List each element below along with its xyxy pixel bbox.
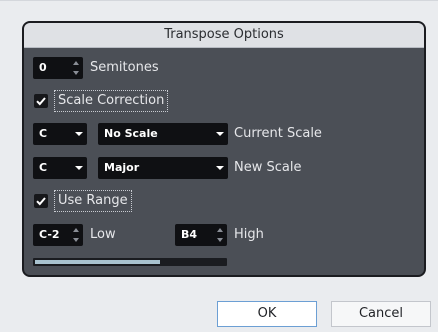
chevron-down-icon xyxy=(216,166,224,170)
range-high-label: High xyxy=(234,227,264,242)
spin-up-icon[interactable] xyxy=(73,61,79,65)
checkmark-icon xyxy=(36,97,46,106)
semitones-spin-arrows[interactable] xyxy=(72,59,80,77)
semitones-stepper[interactable]: 0 xyxy=(33,57,83,79)
current-scale-label: Current Scale xyxy=(234,126,322,141)
scale-correction-label[interactable]: Scale Correction xyxy=(54,90,169,112)
panel-title: Transpose Options xyxy=(24,23,424,48)
range-low-value: C-2 xyxy=(39,228,60,241)
new-scale-dropdown[interactable]: Major xyxy=(98,157,228,179)
use-range-label[interactable]: Use Range xyxy=(54,190,132,212)
chevron-down-icon xyxy=(75,132,83,136)
new-scale-root-dropdown[interactable]: C xyxy=(33,157,87,179)
current-scale-root-dropdown[interactable]: C xyxy=(33,123,87,145)
spin-down-icon[interactable] xyxy=(217,238,223,242)
current-scale-root-value: C xyxy=(39,127,48,140)
semitones-value: 0 xyxy=(39,61,47,74)
transpose-options-dialog: Transpose Options 0 Semitones Scale Corr… xyxy=(0,0,438,332)
new-scale-label: New Scale xyxy=(234,160,302,175)
range-high-spin-arrows[interactable] xyxy=(216,226,224,244)
chevron-down-icon xyxy=(75,166,83,170)
ok-button[interactable]: OK xyxy=(217,301,317,327)
range-high-value: B4 xyxy=(181,228,198,241)
range-bar-fill xyxy=(35,260,160,264)
spin-up-icon[interactable] xyxy=(217,228,223,232)
chevron-down-icon xyxy=(216,132,224,136)
new-scale-value: Major xyxy=(104,161,140,174)
spin-down-icon[interactable] xyxy=(73,238,79,242)
spin-down-icon[interactable] xyxy=(73,71,79,75)
checkmark-icon xyxy=(36,197,46,206)
new-scale-root-value: C xyxy=(39,161,48,174)
range-low-stepper[interactable]: C-2 xyxy=(33,224,83,246)
use-range-checkbox-row[interactable]: Use Range xyxy=(34,190,154,212)
current-scale-value: No Scale xyxy=(104,127,158,140)
range-high-stepper[interactable]: B4 xyxy=(175,224,227,246)
cancel-button[interactable]: Cancel xyxy=(331,301,431,327)
use-range-checkbox[interactable] xyxy=(34,194,48,208)
range-bar xyxy=(33,258,227,266)
current-scale-dropdown[interactable]: No Scale xyxy=(98,123,228,145)
range-low-label: Low xyxy=(90,227,116,242)
options-panel: Transpose Options 0 Semitones Scale Corr… xyxy=(22,21,426,277)
range-low-spin-arrows[interactable] xyxy=(72,226,80,244)
scale-correction-checkbox[interactable] xyxy=(34,94,48,108)
scale-correction-checkbox-row[interactable]: Scale Correction xyxy=(34,90,184,112)
spin-up-icon[interactable] xyxy=(73,228,79,232)
semitones-label: Semitones xyxy=(90,60,159,75)
